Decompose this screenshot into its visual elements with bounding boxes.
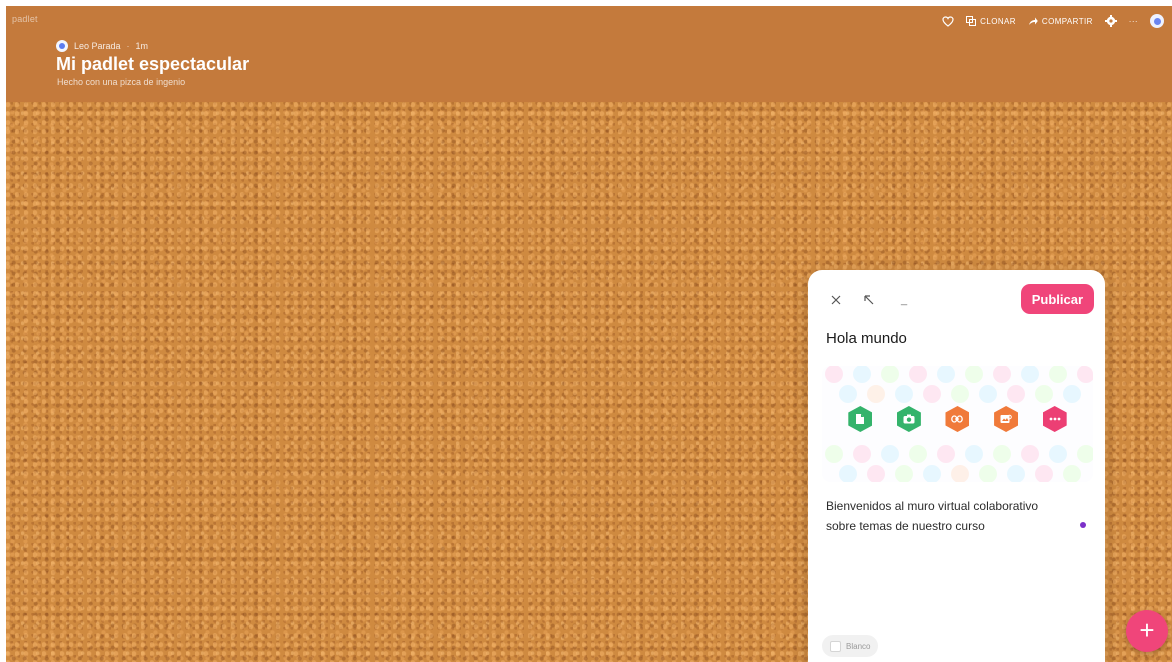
image-search-icon: [1000, 414, 1012, 423]
page-title: Mi padlet espectacular: [56, 54, 250, 74]
add-post-button[interactable]: +: [1126, 610, 1168, 652]
close-icon: [831, 295, 841, 305]
author-avatar[interactable]: [56, 40, 68, 52]
publish-button[interactable]: Publicar: [1020, 284, 1094, 314]
post-body-input[interactable]: Bienvenidos al muro virtual colaborativo…: [826, 496, 1076, 536]
clone-button[interactable]: CLONAR: [966, 16, 1016, 26]
clone-label: CLONAR: [980, 16, 1016, 26]
link-icon: [951, 415, 964, 423]
link-button[interactable]: [945, 406, 970, 432]
clone-icon: [966, 16, 977, 26]
page-subtitle: Hecho con una pizca de ingenio: [57, 77, 186, 87]
time-ago: 1m: [135, 41, 149, 51]
gear-icon: [1104, 15, 1117, 27]
padlet-header: padlet Leo Parada · 1m Mi padlet especta…: [6, 6, 1172, 102]
color-label: Blanco: [846, 641, 871, 651]
heart-icon: [942, 15, 954, 27]
post-body-line: Bienvenidos al muro virtual colaborativo: [826, 499, 1039, 513]
padlet-logo[interactable]: padlet: [12, 14, 38, 24]
minimize-icon: _: [900, 294, 908, 306]
share-arrow-icon: [1028, 17, 1038, 25]
image-search-button[interactable]: [994, 406, 1019, 432]
expand-composer-button[interactable]: [857, 288, 881, 312]
post-color-selector[interactable]: Blanco: [822, 635, 879, 657]
post-body-line: sobre temas de nuestro curso: [826, 519, 985, 533]
more-icon: [1049, 417, 1061, 421]
post-title-input[interactable]: Hola mundo: [826, 330, 907, 347]
attachment-options: [822, 406, 1093, 432]
text-cursor-indicator: [1080, 522, 1086, 528]
share-label: COMPARTIR: [1041, 16, 1093, 26]
camera-icon: [903, 414, 915, 424]
minimize-composer-button[interactable]: _: [892, 288, 916, 312]
author-meta: Leo Parada · 1m: [56, 40, 148, 52]
favorite-button[interactable]: [942, 15, 954, 27]
padlet-app: padlet Leo Parada · 1m Mi padlet especta…: [6, 6, 1172, 662]
upload-button[interactable]: [848, 406, 873, 432]
author-name[interactable]: Leo Parada: [74, 41, 121, 51]
share-button[interactable]: COMPARTIR: [1028, 17, 1093, 26]
close-composer-button[interactable]: [824, 288, 848, 312]
more-icon: ···: [1128, 16, 1138, 26]
more-options-button[interactable]: ···: [1129, 17, 1138, 26]
post-composer: _ Publicar Hola mundo Bienvenidos al mur…: [808, 270, 1105, 662]
camera-button[interactable]: [896, 406, 921, 432]
header-toolbar: CLONAR COMPARTIR ···: [942, 14, 1164, 28]
attachment-picker: [822, 366, 1093, 482]
profile-avatar[interactable]: [1150, 14, 1164, 28]
upload-icon: [856, 414, 865, 424]
settings-button[interactable]: [1104, 15, 1117, 27]
expand-arrow-icon: [864, 295, 874, 305]
meta-separator: ·: [126, 41, 130, 51]
more-attachments-button[interactable]: [1042, 406, 1067, 432]
color-swatch: [830, 640, 841, 652]
